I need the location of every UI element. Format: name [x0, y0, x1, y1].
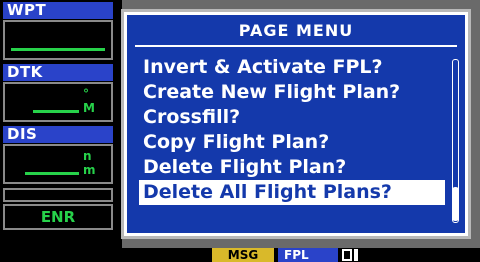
- menu-item-crossfill[interactable]: Crossfill?: [139, 105, 451, 130]
- menu-item-invert-activate-fpl[interactable]: Invert & Activate FPL?: [139, 55, 451, 80]
- page-menu-title: PAGE MENU: [238, 21, 354, 40]
- page-group-label: FPL: [278, 248, 338, 262]
- page-menu-list: Invert & Activate FPL? Create New Flight…: [139, 55, 451, 205]
- dis-label: DIS: [3, 126, 113, 143]
- menu-scrollbar-thumb[interactable]: [452, 187, 459, 221]
- msg-annunciator[interactable]: MSG: [212, 248, 274, 262]
- menu-item-create-new-flight-plan[interactable]: Create New Flight Plan?: [139, 80, 451, 105]
- dis-value-dashes: [25, 172, 79, 175]
- menu-item-delete-flight-plan[interactable]: Delete Flight Plan?: [139, 155, 451, 180]
- dtk-unit-magnetic: M: [83, 101, 95, 115]
- dtk-value-dashes: [33, 110, 79, 113]
- wpt-value-dashes: [11, 48, 105, 51]
- dtk-value-field: ° M: [3, 82, 113, 122]
- flight-phase-indicator: ENR: [3, 204, 113, 230]
- wpt-value-field: [3, 20, 113, 60]
- dtk-label: DTK: [3, 64, 113, 81]
- page-indicator-current: [342, 249, 352, 261]
- dtk-unit-degree: °: [83, 87, 89, 101]
- dis-unit-m: m: [83, 163, 96, 177]
- menu-item-delete-all-flight-plans[interactable]: Delete All Flight Plans?: [139, 180, 445, 205]
- page-indicator-next: [354, 249, 358, 261]
- wpt-label: WPT: [3, 2, 113, 19]
- page-menu-window: PAGE MENU Invert & Activate FPL? Create …: [121, 9, 471, 239]
- cdi-field: [3, 188, 113, 202]
- menu-item-copy-flight-plan[interactable]: Copy Flight Plan?: [139, 130, 451, 155]
- page-menu-divider: [135, 45, 457, 47]
- dis-value-field: n m: [3, 144, 113, 184]
- dis-unit-n: n: [83, 149, 92, 163]
- data-field-column: WPT DTK ° M DIS n m ENR: [0, 0, 122, 262]
